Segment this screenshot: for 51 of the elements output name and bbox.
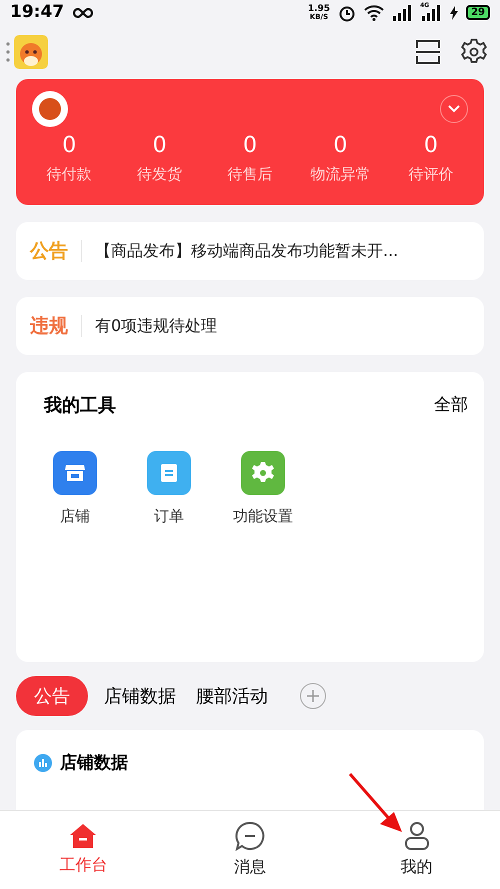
mascot-avatar[interactable]: [14, 35, 48, 70]
tool-item[interactable]: 订单: [122, 451, 216, 528]
scan-icon: [415, 39, 441, 66]
filter-tab[interactable]: 店铺数据: [100, 676, 180, 716]
notice-card[interactable]: 违规 有0项违规待处理: [16, 297, 484, 355]
notice-tag: 公告: [30, 236, 68, 266]
notice-text: 【商品发布】移动端商品发布功能暂未开...: [95, 240, 398, 262]
signal-icon: [392, 4, 412, 21]
stat-count: 0: [152, 132, 167, 160]
tool-item[interactable]: 功能设置: [216, 451, 310, 528]
plus-icon: [306, 689, 320, 703]
view-all-link[interactable]: 全部: [434, 392, 468, 418]
nav-tab[interactable]: 消息: [166, 811, 334, 889]
chat-icon: [235, 821, 265, 851]
chevron-down-icon: [448, 104, 460, 113]
document-icon: [160, 463, 178, 483]
nav-tab[interactable]: 工作台: [0, 811, 167, 889]
tool-item[interactable]: 店铺: [28, 451, 122, 528]
section-title: 我的工具: [44, 394, 116, 418]
tool-label: 订单: [154, 506, 184, 527]
alarm-icon: [338, 4, 356, 22]
filter-tab[interactable]: 腰部活动: [192, 676, 272, 716]
expand-button[interactable]: [440, 94, 468, 123]
battery-indicator: 29: [466, 5, 490, 20]
add-tab-button[interactable]: [300, 683, 326, 709]
bar-chart-icon: [34, 754, 52, 772]
notice-text: 有0项违规待处理: [95, 315, 218, 338]
store-icon: [64, 463, 86, 483]
status-time: 19:47: [10, 1, 64, 24]
signal-icon: [420, 4, 442, 21]
infinity-icon: [72, 6, 94, 19]
home-icon: [69, 823, 98, 849]
more-icon: [6, 42, 10, 62]
card-title: 店铺数据: [60, 754, 128, 772]
nav-tab[interactable]: 我的: [333, 811, 500, 889]
stat-count: 0: [333, 132, 348, 160]
stat-count: 0: [424, 132, 438, 160]
shop-avatar: [32, 90, 68, 127]
filter-tab[interactable]: 公告: [16, 676, 88, 716]
tool-label: 功能设置: [233, 506, 293, 527]
gear-icon: [251, 461, 275, 485]
tool-label: 店铺: [60, 506, 90, 527]
notice-card[interactable]: 公告 【商品发布】移动端商品发布功能暂未开...: [16, 222, 484, 280]
wifi-icon: [364, 4, 384, 21]
arrow-drawing: [348, 772, 404, 834]
notice-tag: 违规: [30, 312, 68, 340]
network-speed: 1.95: [308, 4, 330, 14]
charging-icon: [450, 6, 458, 20]
stat-count: 0: [62, 132, 76, 160]
stat-count: 0: [243, 132, 258, 160]
person-icon: [402, 821, 431, 851]
